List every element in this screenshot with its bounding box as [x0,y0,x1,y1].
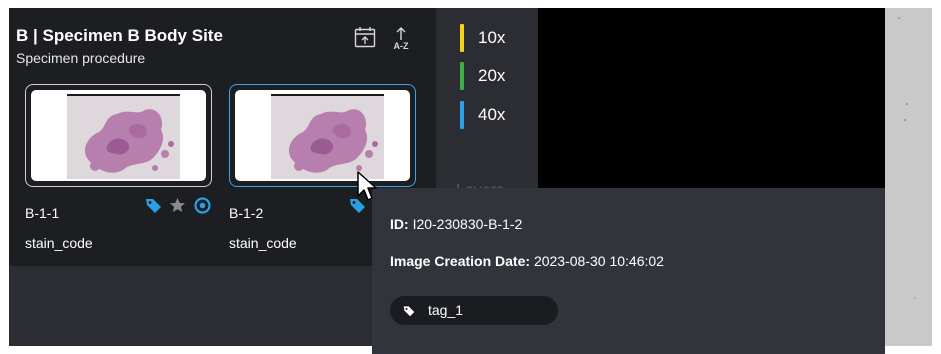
magnification-label: 10x [478,28,506,47]
slide-image [67,94,180,179]
magnification-label: 20x [478,66,506,85]
image-thumbnail-b-1-2[interactable] [229,84,416,187]
image-stain-b-1-1: stain_code [25,235,93,251]
star-icon[interactable] [169,197,186,214]
tooltip-id-value: I20-230830-B-1-2 [412,216,523,232]
tag-chip[interactable]: tag_1 [390,296,558,325]
specimen-title: B | Specimen B Body Site [16,26,223,45]
image-label-b-1-2: B-1-2 [229,205,264,221]
sort-az-icon[interactable]: A-Z [389,26,413,54]
thumbnail-frame [235,90,410,181]
slide-viewer-canvas[interactable] [538,8,885,188]
slide-overview-strip[interactable] [885,8,932,346]
magnification-label: 40x [478,105,506,124]
thumbnail-frame [31,90,206,181]
window-edge [932,0,941,354]
image-stain-b-1-2: stain_code [229,235,297,251]
image-label-b-1-1: B-1-1 [25,205,60,221]
tag-label: tag_1 [428,302,464,318]
magnification-color-bar [460,101,464,129]
magnification-color-bar [460,62,464,90]
tooltip-date-row: Image Creation Date: 2023-08-30 10:46:02 [390,253,664,269]
image-info-tooltip: ID: I20-230830-B-1-2 Image Creation Date… [372,188,885,354]
tag-icon[interactable] [145,197,162,214]
image-thumbnail-b-1-1[interactable] [25,84,212,187]
eye-icon[interactable] [194,197,211,214]
overview-specks [898,17,916,299]
tooltip-date-value: 2023-08-30 10:46:02 [533,253,664,269]
slide-image [271,94,384,179]
tooltip-id-key: ID: [390,216,409,232]
tooltip-date-key: Image Creation Date: [390,253,531,269]
sort-az-label: A-Z [393,41,409,51]
tissue-sample [84,109,174,173]
tissue-sample [288,109,378,173]
magnification-color-bar [460,24,464,52]
mouse-cursor-icon [357,171,377,201]
calendar-sort-icon[interactable] [354,26,376,48]
tag-icon [403,306,415,317]
tooltip-id-row: ID: I20-230830-B-1-2 [390,216,522,232]
specimen-subtitle: Specimen procedure [16,50,146,66]
